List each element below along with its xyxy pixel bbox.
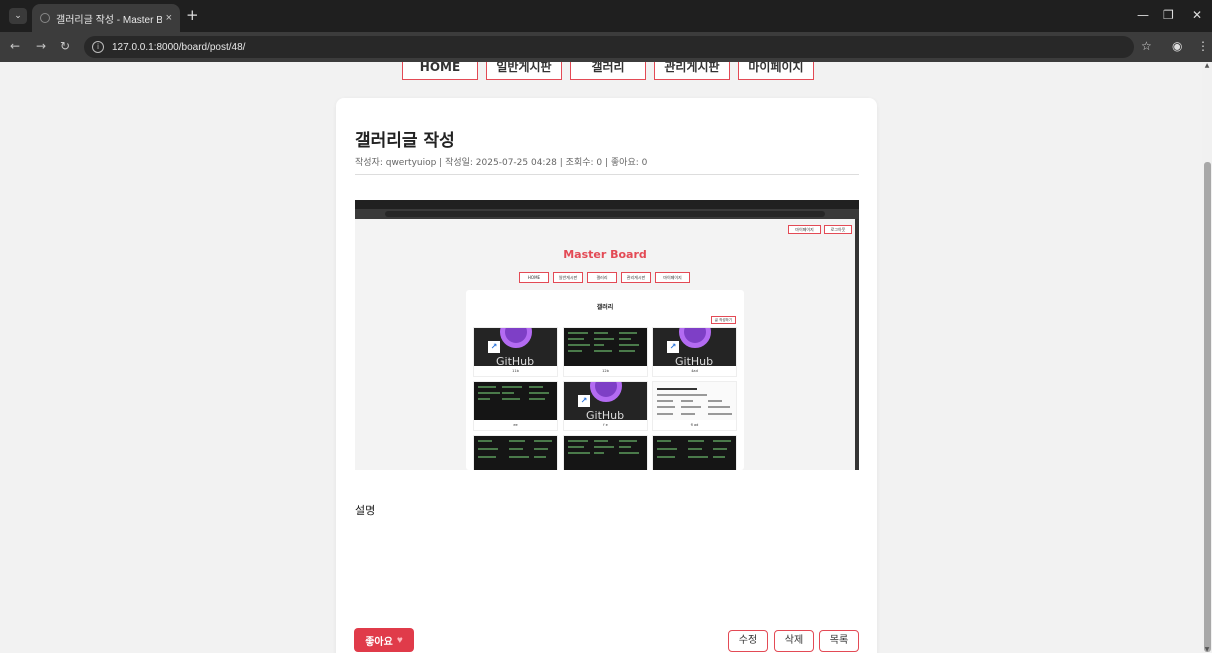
embedded-gallery-item bbox=[652, 435, 737, 470]
page-scrollbar[interactable]: ▲ ▼ bbox=[1202, 62, 1212, 653]
nav-home[interactable]: HOME bbox=[402, 62, 478, 80]
minimize-icon[interactable]: — bbox=[1137, 8, 1149, 22]
embedded-tab-bar bbox=[355, 200, 859, 209]
post-card: 갤러리글 작성 작성자: qwertyuiop | 작성일: 2025-07-2… bbox=[336, 98, 877, 653]
browser-tab-bar: ⌄ 갤러리글 작성 - Master Board × + — ❐ ✕ bbox=[0, 0, 1212, 32]
tab-close-icon[interactable]: × bbox=[166, 12, 172, 24]
profile-icon[interactable]: ◉ bbox=[1172, 39, 1182, 53]
description-label: 설명 bbox=[355, 504, 376, 517]
site-info-icon[interactable]: i bbox=[92, 41, 104, 53]
post-meta: 작성자: qwertyuiop | 작성일: 2025-07-25 04:28 … bbox=[355, 158, 648, 168]
terminal-thumbnail bbox=[474, 436, 557, 470]
nav-general-board[interactable]: 일반게시판 bbox=[486, 62, 562, 80]
list-button[interactable]: 목록 bbox=[819, 630, 859, 652]
embedded-caption: f e bbox=[603, 423, 608, 427]
embedded-caption: 4ad bbox=[691, 369, 698, 373]
menu-dots-icon[interactable]: ⋮ bbox=[1197, 39, 1209, 53]
document-thumbnail bbox=[653, 382, 736, 420]
nav-gallery[interactable]: 갤러리 bbox=[570, 62, 646, 80]
terminal-thumbnail bbox=[564, 328, 647, 366]
embedded-address-bar bbox=[355, 209, 859, 219]
terminal-thumbnail bbox=[653, 436, 736, 470]
restore-icon[interactable]: ❐ bbox=[1163, 8, 1174, 22]
embedded-nav: HOME 일반게시판 갤러리 관리게시판 마이페이지 bbox=[519, 272, 690, 283]
tab-title: 갤러리글 작성 - Master Board bbox=[56, 14, 162, 26]
reload-icon[interactable]: ↻ bbox=[60, 39, 70, 53]
embedded-nav-item: 관리게시판 bbox=[621, 272, 651, 283]
nav-mypage[interactable]: 마이페이지 bbox=[738, 62, 814, 80]
embedded-page: 마이페이지 로그아웃 Master Board HOME 일반게시판 갤러리 관… bbox=[355, 219, 855, 470]
embedded-mypage-button: 마이페이지 bbox=[788, 225, 821, 234]
embedded-nav-item: HOME bbox=[519, 272, 549, 283]
edit-button[interactable]: 수정 bbox=[728, 630, 768, 652]
close-window-icon[interactable]: ✕ bbox=[1192, 8, 1202, 22]
embedded-nav-item: 마이페이지 bbox=[655, 272, 690, 283]
bookmark-star-icon[interactable]: ☆ bbox=[1141, 39, 1152, 53]
embedded-gallery-item: ↗ GitHub f e bbox=[563, 381, 648, 431]
embedded-scrollbar bbox=[855, 219, 859, 470]
embedded-logout-button: 로그아웃 bbox=[824, 225, 852, 234]
embedded-caption: 11b bbox=[512, 369, 519, 373]
browser-tab[interactable]: 갤러리글 작성 - Master Board × bbox=[32, 4, 180, 32]
terminal-thumbnail bbox=[474, 382, 557, 420]
url-text: 127.0.0.1:8000/board/post/48/ bbox=[112, 41, 246, 53]
embedded-nav-item: 일반게시판 bbox=[553, 272, 583, 283]
embedded-gallery-item: ↗ GitHub 4ad bbox=[652, 327, 737, 377]
tab-search-icon[interactable]: ⌄ bbox=[9, 8, 27, 24]
embedded-caption: 12b bbox=[602, 369, 609, 373]
scroll-thumb[interactable] bbox=[1204, 162, 1211, 652]
embedded-gallery-item: fl ad bbox=[652, 381, 737, 431]
github-thumbnail: ↗ GitHub bbox=[653, 328, 736, 366]
address-toolbar: ← → ↻ i 127.0.0.1:8000/board/post/48/ ☆ … bbox=[0, 32, 1212, 62]
new-tab-button[interactable]: + bbox=[186, 6, 199, 24]
scroll-up-icon[interactable]: ▲ bbox=[1203, 62, 1211, 69]
embedded-gallery-item: 12b bbox=[563, 327, 648, 377]
divider bbox=[355, 174, 859, 175]
heart-icon: ♥ bbox=[396, 634, 403, 646]
page-viewport: HOME 일반게시판 갤러리 관리게시판 마이페이지 갤러리글 작성 작성자: … bbox=[0, 62, 1212, 653]
back-arrow-icon[interactable]: ← bbox=[10, 39, 20, 53]
post-image: 마이페이지 로그아웃 Master Board HOME 일반게시판 갤러리 관… bbox=[355, 200, 859, 470]
terminal-thumbnail bbox=[564, 436, 647, 470]
scroll-down-icon[interactable]: ▼ bbox=[1203, 646, 1211, 653]
main-navigation: HOME 일반게시판 갤러리 관리게시판 마이페이지 bbox=[402, 62, 814, 80]
github-thumbnail: ↗ GitHub bbox=[474, 328, 557, 366]
delete-button[interactable]: 삭제 bbox=[774, 630, 814, 652]
embedded-caption: fl ad bbox=[690, 423, 699, 427]
embedded-gallery-item bbox=[473, 435, 558, 470]
embedded-gallery-card: 갤러리 글 작성하기 ↗ GitHub 11b 12b ↗ GitHub 4ad… bbox=[466, 290, 744, 470]
github-thumbnail: ↗ GitHub bbox=[564, 382, 647, 420]
like-label: 좋아요 bbox=[365, 636, 393, 648]
embedded-write-button: 글 작성하기 bbox=[710, 316, 736, 324]
globe-icon bbox=[40, 13, 50, 23]
embedded-caption: ee bbox=[513, 423, 518, 427]
embedded-gallery-item bbox=[563, 435, 648, 470]
nav-admin-board[interactable]: 관리게시판 bbox=[654, 62, 730, 80]
post-title: 갤러리글 작성 bbox=[355, 131, 455, 151]
embedded-gallery-item: ↗ GitHub 11b bbox=[473, 327, 558, 377]
embedded-gallery-title: 갤러리 bbox=[596, 304, 614, 311]
embedded-brand: Master Board bbox=[563, 248, 647, 261]
forward-arrow-icon[interactable]: → bbox=[36, 39, 46, 53]
embedded-gallery-item: ee bbox=[473, 381, 558, 431]
url-bar[interactable]: i 127.0.0.1:8000/board/post/48/ bbox=[84, 36, 1134, 58]
embedded-nav-item: 갤러리 bbox=[587, 272, 617, 283]
like-button[interactable]: 좋아요 ♥ bbox=[354, 628, 414, 652]
